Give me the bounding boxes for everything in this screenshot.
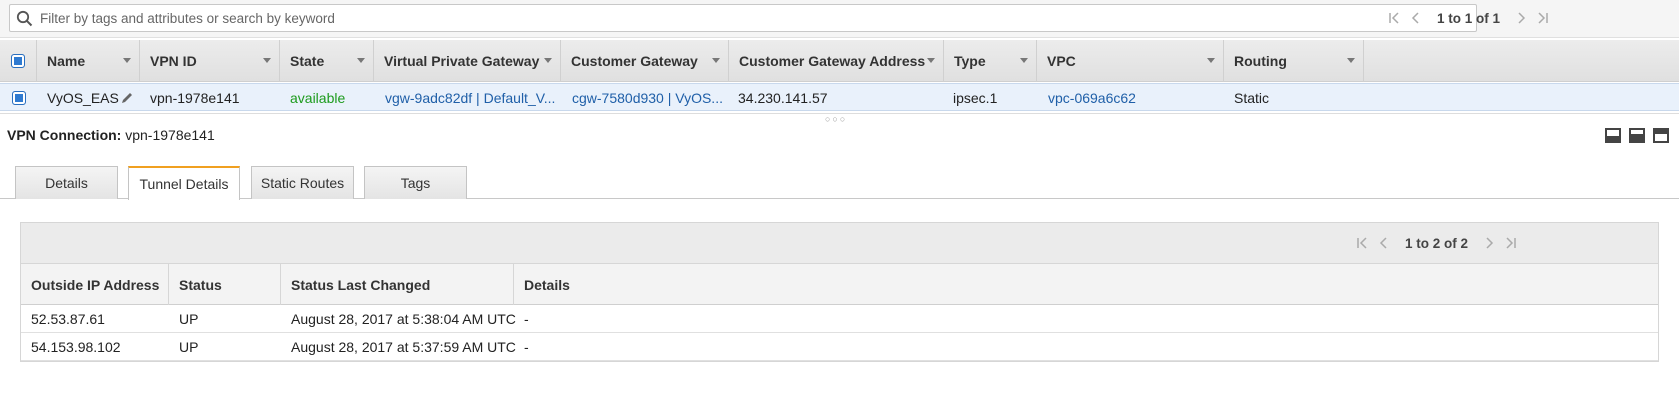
cell-vpg-link[interactable]: vgw-9adc82df | Default_V... xyxy=(375,84,555,112)
cell-routing: Static xyxy=(1234,90,1270,106)
detail-title: VPN Connection: vpn-1978e141 xyxy=(7,127,215,143)
tab-static-routes[interactable]: Static Routes xyxy=(251,166,354,199)
tab-tunnel-details[interactable]: Tunnel Details xyxy=(128,166,240,200)
column-header-status-last-changed[interactable]: Status Last Changed xyxy=(281,264,514,305)
tunnel-details-panel: 1 to 2 of 2 Outside IP Address Status St… xyxy=(20,222,1659,362)
table-row[interactable]: 54.153.98.102 UP August 28, 2017 at 5:37… xyxy=(21,333,1658,361)
table-row[interactable]: VyOS_EAS vpn-1978e141 available vgw-9adc… xyxy=(0,83,1679,111)
tunnel-table-header: Outside IP Address Status Status Last Ch… xyxy=(21,264,1658,305)
column-header-state[interactable]: State xyxy=(280,40,374,82)
column-header-type[interactable]: Type xyxy=(944,40,1037,82)
prev-page-icon[interactable] xyxy=(1405,8,1427,28)
cell-name: VyOS_EAS xyxy=(37,84,140,112)
cell-state: available xyxy=(290,90,346,106)
edit-pencil-icon[interactable] xyxy=(120,91,134,105)
pane-splitter[interactable]: ○○○ xyxy=(0,113,1679,124)
search-input[interactable] xyxy=(40,8,1460,28)
sort-caret-icon[interactable] xyxy=(1020,58,1028,63)
column-header-vpg[interactable]: Virtual Private Gateway xyxy=(374,40,561,82)
sort-caret-icon[interactable] xyxy=(263,58,271,63)
layout-bottom-pane-icon[interactable] xyxy=(1605,128,1621,143)
cell-details: - xyxy=(524,339,529,355)
column-header-customer-gateway[interactable]: Customer Gateway xyxy=(561,40,729,82)
select-all-checkbox-cell xyxy=(0,40,37,82)
layout-split-pane-icon[interactable] xyxy=(1629,128,1645,143)
sort-caret-icon[interactable] xyxy=(712,58,720,63)
prev-page-icon[interactable] xyxy=(1373,233,1395,253)
grid-header: Name VPN ID State Virtual Private Gatewa… xyxy=(0,40,1679,82)
first-page-icon[interactable] xyxy=(1383,8,1405,28)
column-header-status[interactable]: Status xyxy=(169,264,281,305)
table-row[interactable]: 52.53.87.61 UP August 28, 2017 at 5:38:0… xyxy=(21,305,1658,333)
row-checkbox-cell xyxy=(0,84,37,112)
next-page-icon[interactable] xyxy=(1478,233,1500,253)
column-header-cgw-address[interactable]: Customer Gateway Address xyxy=(729,40,944,82)
column-header-vpn-id[interactable]: VPN ID xyxy=(140,40,280,82)
sort-caret-icon[interactable] xyxy=(544,58,552,63)
top-pagination: 1 to 1 of 1 xyxy=(1383,8,1554,28)
row-checkbox[interactable] xyxy=(11,91,26,105)
first-page-icon[interactable] xyxy=(1351,233,1373,253)
sort-caret-icon[interactable] xyxy=(357,58,365,63)
tab-tags[interactable]: Tags xyxy=(364,166,467,199)
last-page-icon[interactable] xyxy=(1532,8,1554,28)
tunnel-pagination: 1 to 2 of 2 xyxy=(1351,233,1522,253)
cell-details: - xyxy=(524,311,529,327)
column-header-name[interactable]: Name xyxy=(37,40,140,82)
cell-status-last-changed: August 28, 2017 at 5:37:59 AM UTC xyxy=(291,339,516,355)
sort-caret-icon[interactable] xyxy=(123,58,131,63)
layout-toggle-group xyxy=(1605,128,1669,143)
last-page-icon[interactable] xyxy=(1500,233,1522,253)
sort-caret-icon[interactable] xyxy=(1207,58,1215,63)
cell-vpc-link[interactable]: vpc-069a6c62 xyxy=(1038,84,1225,112)
search-box[interactable] xyxy=(9,4,1477,32)
sort-caret-icon[interactable] xyxy=(1347,58,1355,63)
tunnel-pagination-text: 1 to 2 of 2 xyxy=(1405,235,1469,251)
tunnel-toolbar: 1 to 2 of 2 xyxy=(21,223,1658,264)
detail-tabs: Details Tunnel Details Static Routes Tag… xyxy=(0,166,1679,200)
column-header-vpc[interactable]: VPC xyxy=(1037,40,1224,82)
column-header-outside-ip[interactable]: Outside IP Address xyxy=(21,264,169,305)
cell-status-last-changed: August 28, 2017 at 5:38:04 AM UTC xyxy=(291,311,516,327)
column-header-details[interactable]: Details xyxy=(514,264,634,305)
layout-full-pane-icon[interactable] xyxy=(1653,128,1669,143)
sort-caret-icon[interactable] xyxy=(927,58,935,63)
column-header-routing[interactable]: Routing xyxy=(1224,40,1364,82)
cell-status: UP xyxy=(179,339,199,355)
cell-vpn-id: vpn-1978e141 xyxy=(150,90,240,106)
cell-cgw-address: 34.230.141.57 xyxy=(738,90,828,106)
filter-bar: 1 to 1 of 1 xyxy=(0,0,1679,38)
tab-details[interactable]: Details xyxy=(15,166,118,199)
cell-cgw-link[interactable]: cgw-7580d930 | VyOS... xyxy=(562,84,724,112)
cell-status: UP xyxy=(179,311,199,327)
splitter-grip-icon[interactable]: ○○○ xyxy=(825,114,847,124)
cell-type: ipsec.1 xyxy=(953,90,998,106)
search-icon xyxy=(16,10,33,27)
pagination-text: 1 to 1 of 1 xyxy=(1437,10,1501,26)
select-all-checkbox[interactable] xyxy=(11,54,25,68)
cell-outside-ip: 54.153.98.102 xyxy=(31,339,121,355)
next-page-icon[interactable] xyxy=(1510,8,1532,28)
cell-outside-ip: 52.53.87.61 xyxy=(31,311,105,327)
